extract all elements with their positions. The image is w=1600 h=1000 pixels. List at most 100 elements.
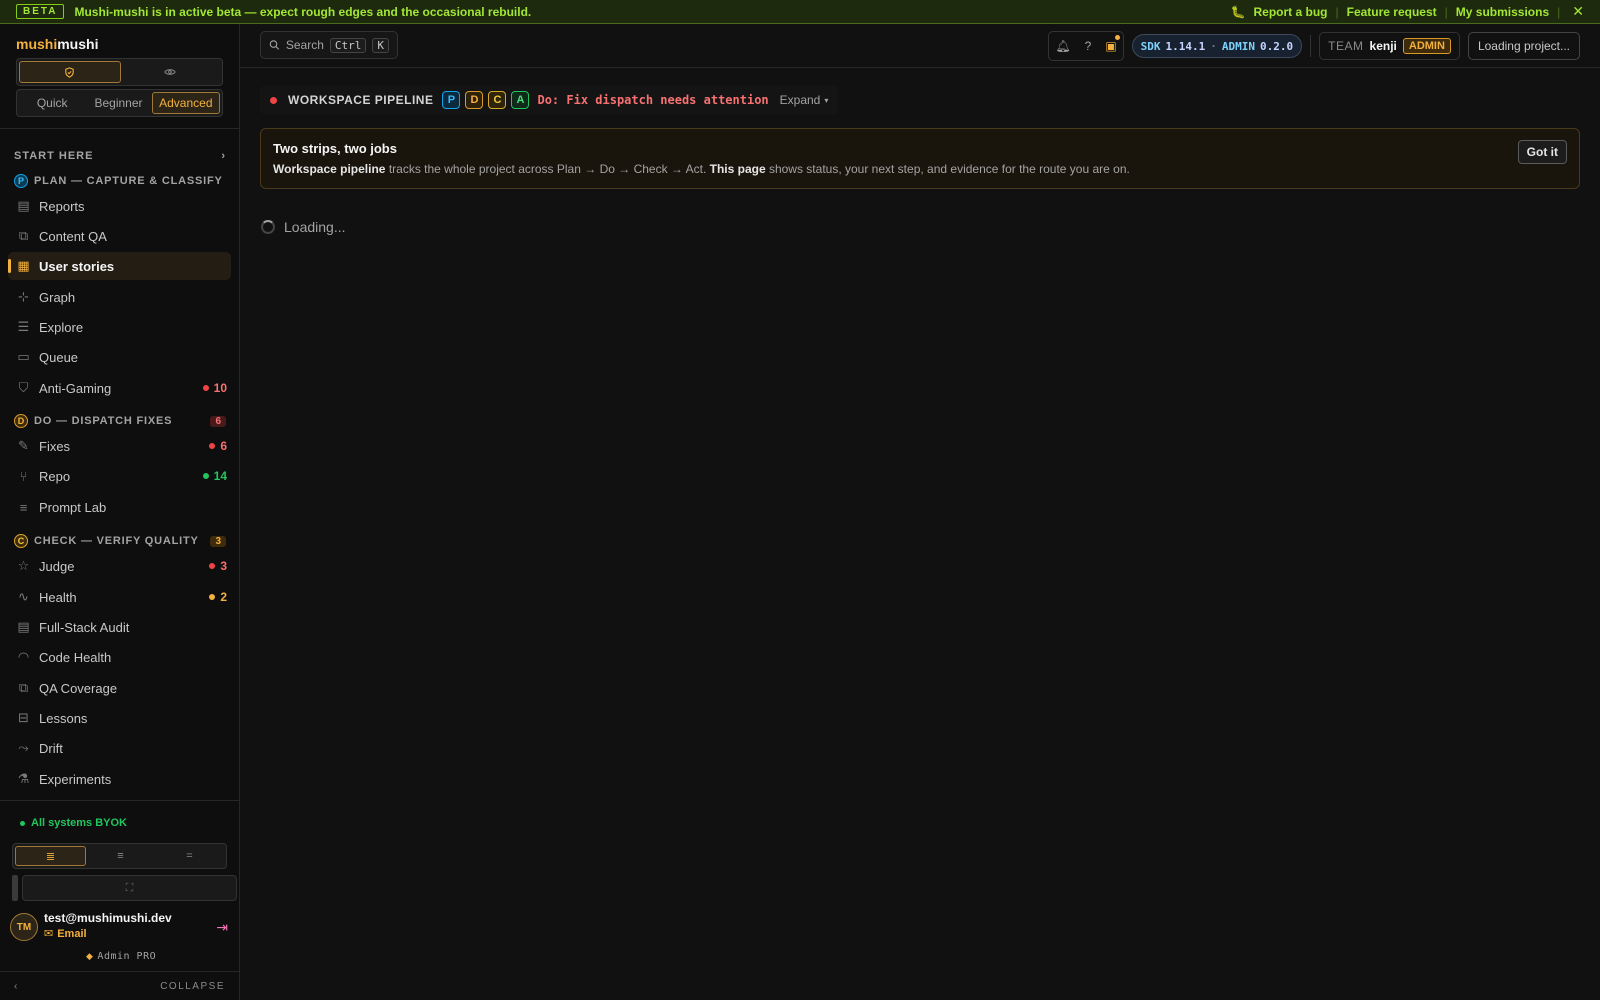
- quick-actions: 🔔︎ ? ▣: [1048, 31, 1124, 61]
- do-count-badge: 6: [210, 415, 226, 427]
- sidebar-item-drift[interactable]: ⤳ Drift: [8, 734, 231, 762]
- shield-icon: [65, 66, 74, 78]
- step-act[interactable]: A: [511, 91, 530, 109]
- close-banner-button[interactable]: ✕: [1572, 3, 1584, 20]
- group-title: DO — DISPATCH FIXES: [34, 415, 173, 427]
- my-submissions-link[interactable]: My submissions: [1456, 5, 1549, 19]
- density-comfortable-button[interactable]: ≣: [15, 846, 86, 866]
- repo-count: 14: [202, 469, 227, 483]
- sidebar-item-user-stories[interactable]: ▦ User stories: [8, 252, 231, 280]
- bell-icon[interactable]: 🔔︎: [1055, 39, 1070, 53]
- avatar[interactable]: TM: [10, 913, 38, 941]
- sliders-icon: ≡: [19, 499, 28, 515]
- density-toggle: ≣ ≡ =: [12, 843, 227, 869]
- file-icon: ▤: [17, 198, 30, 213]
- notification-dot: [1114, 35, 1120, 40]
- status-dot: [270, 96, 277, 104]
- notice-body: Workspace pipeline tracks the whole proj…: [273, 162, 1130, 176]
- sidebar-item-repo[interactable]: ⑂ Repo 14: [8, 462, 231, 490]
- check-pill: C: [14, 534, 28, 548]
- sidebar-item-graph[interactable]: ⊹ Graph: [8, 283, 231, 311]
- chat-icon[interactable]: ▣: [1105, 39, 1116, 53]
- sidebar-item-qa-coverage[interactable]: ⧉ QA Coverage: [8, 674, 231, 702]
- diamond-icon: ◆: [86, 951, 94, 961]
- drift-icon: ⤳: [18, 740, 29, 755]
- sidebar-item-anti-gaming[interactable]: ⛉ Anti-Gaming 10: [8, 374, 231, 402]
- divider: [1310, 35, 1312, 57]
- sidebar-item-judge[interactable]: ☆ Judge 3: [8, 552, 231, 580]
- version-pill: SDK 1.14.1 · ADMIN 0.2.0: [1131, 34, 1303, 58]
- start-here-link[interactable]: START HERE ›: [14, 148, 226, 164]
- pulse-icon: ∿: [18, 589, 29, 604]
- shield-view-button[interactable]: [19, 61, 121, 83]
- notice-heading: Two strips, two jobs: [273, 141, 397, 156]
- explore-icon: ☰: [17, 319, 30, 334]
- team-switcher[interactable]: TEAM kenji ADMIN: [1319, 32, 1460, 60]
- fullscreen-button[interactable]: ⛶: [22, 875, 237, 901]
- topbar: Search Ctrl K 🔔︎ ? ▣ SDK 1.14.1 · ADMIN …: [240, 24, 1600, 68]
- sidebar-item-full-stack-audit[interactable]: ▤ Full-Stack Audit: [8, 613, 231, 641]
- system-status: All systems BYOK: [20, 817, 127, 829]
- fullscreen-icon: ⛶: [125, 881, 134, 894]
- do-pill: D: [14, 414, 28, 428]
- step-check[interactable]: C: [488, 91, 507, 109]
- health-count: 2: [209, 590, 227, 604]
- sidebar-item-lessons[interactable]: ⊟ Lessons: [8, 704, 231, 732]
- mode-quick[interactable]: Quick: [19, 92, 85, 114]
- gauge-icon: ◠: [17, 649, 30, 664]
- report-bug-link[interactable]: Report a bug: [1254, 5, 1328, 19]
- flask-icon: ⚗: [17, 771, 30, 786]
- audit-icon: ▤: [17, 619, 30, 634]
- sidebar-item-reports[interactable]: ▤ Reports: [8, 192, 231, 220]
- chevron-left-icon: ‹: [14, 981, 19, 992]
- sidebar-item-health[interactable]: ∿ Health 2: [8, 583, 231, 611]
- chevron-right-icon: ›: [221, 150, 226, 162]
- pencil-icon: ✎: [18, 438, 29, 453]
- beta-message: Mushi-mushi is in active beta — expect r…: [74, 4, 532, 19]
- sidebar-item-code-health[interactable]: ◠ Code Health: [8, 643, 231, 671]
- user-card: TM test@mushimushi.dev ✉ Email ⇥: [10, 909, 230, 945]
- feature-request-link[interactable]: Feature request: [1347, 5, 1437, 19]
- step-plan[interactable]: P: [442, 91, 461, 109]
- judge-count: 3: [209, 559, 227, 573]
- separator: |: [1557, 4, 1561, 19]
- beta-links: 🐛 Report a bug | Feature request | My su…: [1231, 3, 1584, 20]
- mode-advanced[interactable]: Advanced: [151, 92, 220, 114]
- preview-view-button[interactable]: [121, 61, 221, 83]
- collapse-sidebar-button[interactable]: ‹ COLLAPSE: [0, 971, 239, 1000]
- group-plan: P PLAN — CAPTURE & CLASSIFY: [14, 172, 226, 190]
- sidebar-item-queue[interactable]: ▭ Queue: [8, 343, 231, 371]
- topbar-right: 🔔︎ ? ▣ SDK 1.14.1 · ADMIN 0.2.0 TEAM ken…: [1048, 31, 1580, 61]
- logout-icon[interactable]: ⇥: [216, 919, 228, 936]
- density-medium-button[interactable]: ≡: [86, 846, 155, 866]
- group-title: PLAN — CAPTURE & CLASSIFY: [34, 175, 223, 187]
- view-toggle: [16, 58, 223, 86]
- role-badge: ADMIN: [1402, 38, 1451, 54]
- clipboard-icon: ⧉: [18, 228, 29, 243]
- sidebar-item-explore[interactable]: ☰ Explore: [8, 313, 231, 341]
- help-icon[interactable]: ?: [1085, 39, 1092, 53]
- density-compact-button[interactable]: =: [155, 846, 224, 866]
- sidebar-item-fixes[interactable]: ✎ Fixes 6: [8, 432, 231, 460]
- beta-tag: BETA: [16, 4, 65, 19]
- project-selector[interactable]: Loading project...: [1467, 32, 1580, 60]
- beta-banner: BETA Mushi-mushi is in active beta — exp…: [0, 0, 1600, 24]
- expand-button[interactable]: Expand ▾: [780, 93, 829, 107]
- sidebar-item-content-qa[interactable]: ⧉ Content QA: [8, 222, 231, 250]
- brand-logo[interactable]: mushimushi: [16, 36, 98, 52]
- sidebar-nav: START HERE › P PLAN — CAPTURE & CLASSIFY…: [0, 138, 239, 818]
- search-input[interactable]: Search Ctrl K: [260, 31, 398, 59]
- divider: [0, 128, 239, 129]
- step-do[interactable]: D: [465, 91, 484, 109]
- sidebar-item-experiments[interactable]: ⚗ Experiments: [8, 765, 231, 793]
- kbd-ctrl: Ctrl: [329, 37, 367, 53]
- sidebar: mushimushi Quick Beginner Advanced START…: [0, 24, 240, 1000]
- fixes-count: 6: [209, 439, 227, 453]
- drag-handle[interactable]: [12, 875, 18, 901]
- got-it-button[interactable]: Got it: [1517, 140, 1567, 164]
- eye-icon: [164, 69, 176, 75]
- info-notice: Two strips, two jobs Workspace pipeline …: [260, 128, 1580, 189]
- mode-selector: Quick Beginner Advanced: [16, 89, 223, 117]
- sidebar-item-prompt-lab[interactable]: ≡ Prompt Lab: [8, 493, 231, 521]
- mode-beginner[interactable]: Beginner: [85, 92, 151, 114]
